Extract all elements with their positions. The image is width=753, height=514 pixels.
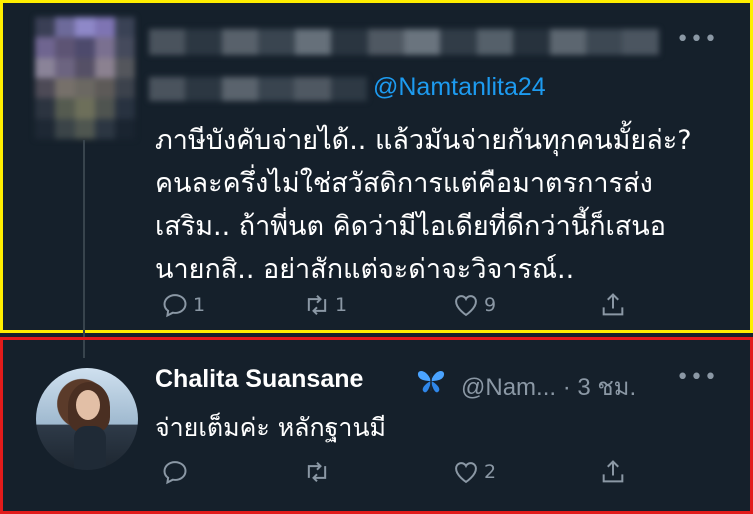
avatar[interactable]	[36, 368, 138, 470]
retweet-count: 1	[335, 294, 348, 316]
reply-icon	[163, 461, 187, 485]
tweet2-display-name[interactable]: Chalita Suansane	[155, 365, 363, 394]
heart-icon	[455, 295, 477, 317]
reply-tweet[interactable]: Chalita Suansane @Nam... · 3 ชม. ••• จ่า…	[0, 337, 753, 514]
tweet2-handle-time[interactable]: @Nam... · 3 ชม.	[461, 367, 636, 406]
heart-icon	[455, 462, 477, 484]
more-options-icon[interactable]: •••	[676, 365, 718, 390]
retweet-button[interactable]: 1	[303, 291, 347, 319]
thread-connector	[83, 140, 85, 358]
like-button[interactable]: 2	[452, 458, 496, 486]
original-tweet[interactable]: @Namtanlita24 ••• ภาษีบังคับจ่ายได้.. แล…	[0, 0, 753, 333]
butterfly-icon	[417, 371, 445, 393]
like-count: 9	[484, 294, 497, 316]
reply-button[interactable]: 1	[161, 291, 205, 319]
like-count: 2	[484, 461, 497, 483]
tweet1-handle[interactable]: @Namtanlita24	[373, 73, 546, 102]
retweet-button[interactable]	[303, 458, 335, 486]
tweet1-text: ภาษีบังคับจ่ายได้.. แล้วมันจ่ายกันทุกคนม…	[155, 125, 692, 285]
share-icon	[602, 460, 624, 483]
retweet-icon	[307, 294, 327, 316]
retweet-icon	[307, 461, 327, 483]
blurred-display-name	[149, 29, 659, 55]
reply-count: 1	[193, 294, 206, 316]
tweet2-text: จ่ายเต็มค่ะ หลักฐานมี	[155, 413, 387, 442]
share-icon	[602, 293, 624, 316]
reply-button[interactable]	[161, 458, 193, 486]
more-options-icon[interactable]: •••	[676, 27, 718, 52]
reply-icon	[163, 294, 187, 318]
share-button[interactable]	[599, 291, 627, 319]
blurred-avatar	[35, 17, 135, 139]
blurred-subname	[149, 77, 367, 101]
like-button[interactable]: 9	[452, 291, 496, 319]
share-button[interactable]	[599, 458, 627, 486]
